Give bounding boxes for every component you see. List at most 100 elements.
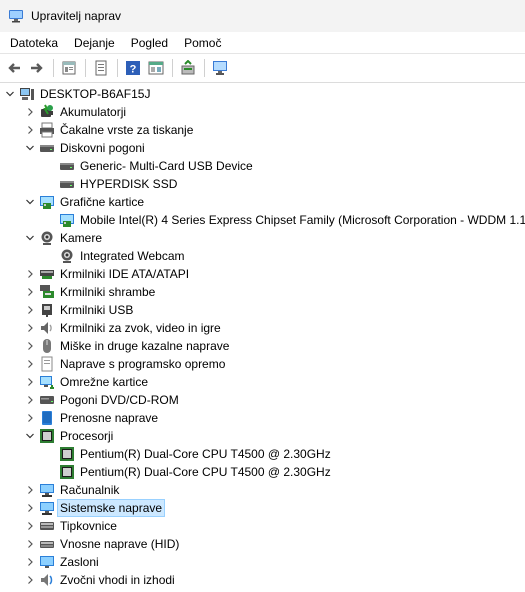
tree-node-dvd[interactable]: Pogoni DVD/CD-ROM: [24, 391, 181, 409]
properties-pane-icon: [61, 60, 77, 76]
tree-node-cam1[interactable]: Integrated Webcam: [44, 247, 187, 265]
tree-node-label: Omrežne kartice: [60, 375, 149, 389]
chevron-right-icon[interactable]: [24, 103, 36, 121]
tree-node-prog[interactable]: Naprave s programsko opremo: [24, 355, 227, 373]
chevron-down-icon[interactable]: [24, 229, 36, 247]
chevron-right-icon[interactable]: [24, 319, 36, 337]
hid-icon: [39, 536, 55, 552]
chevron-right-icon[interactable]: [24, 121, 36, 139]
chevron-right-icon[interactable]: [24, 301, 36, 319]
toolbar-separator: [117, 59, 118, 77]
tree-node-kamere[interactable]: Kamere: [24, 229, 104, 247]
tree-node-label: Vnosne naprave (HID): [60, 537, 180, 551]
tree-node-label: Mobile Intel(R) 4 Series Express Chipset…: [80, 213, 525, 227]
tree-node-sistemske[interactable]: Sistemske naprave: [24, 499, 166, 517]
processor-icon: [39, 428, 55, 444]
help-button[interactable]: ?: [122, 57, 144, 79]
tree-node-akumulatorji[interactable]: Akumulatorji: [24, 103, 128, 121]
disk-drive-icon: [59, 158, 75, 174]
tree-node-cpu2[interactable]: Pentium(R) Dual-Core CPU T4500 @ 2.30GHz: [44, 463, 333, 481]
tree-node-label: Akumulatorji: [60, 105, 127, 119]
tree-node-label: Tipkovnice: [60, 519, 117, 533]
scan-hardware-button[interactable]: [209, 57, 231, 79]
toolbar-separator: [53, 59, 54, 77]
action-pane-icon: [148, 60, 164, 76]
toolbar-separator: [172, 59, 173, 77]
chevron-right-icon[interactable]: [24, 499, 36, 517]
tree-node-prenosne[interactable]: Prenosne naprave: [24, 409, 160, 427]
back-arrow-button[interactable]: [3, 57, 25, 79]
tree-node-tipkovnice[interactable]: Tipkovnice: [24, 517, 119, 535]
audio-io-icon: [39, 572, 55, 588]
mouse-icon: [39, 338, 55, 354]
chevron-right-icon[interactable]: [24, 553, 36, 571]
chevron-right-icon[interactable]: [24, 391, 36, 409]
monitor-icon: [39, 554, 55, 570]
usb-icon: [39, 302, 55, 318]
menu-2[interactable]: Pogled: [125, 36, 174, 50]
chevron-down-icon[interactable]: [24, 427, 36, 445]
properties-button[interactable]: [90, 57, 112, 79]
tree-node-root[interactable]: DESKTOP-B6AF15J: [4, 85, 152, 103]
chevron-right-icon[interactable]: [24, 535, 36, 553]
action-pane-button[interactable]: [145, 57, 167, 79]
tree-node-procesorji[interactable]: Procesorji: [24, 427, 115, 445]
tree-node-label: Generic- Multi-Card USB Device: [80, 159, 253, 173]
tree-node-shrambe[interactable]: Krmilniki shrambe: [24, 283, 157, 301]
tree-node-label: Kamere: [60, 231, 103, 245]
chevron-right-icon[interactable]: [24, 373, 36, 391]
device-tree[interactable]: DESKTOP-B6AF15J Akumulatorji Čakalne vrste…: [0, 84, 525, 592]
tree-node-hid[interactable]: Vnosne naprave (HID): [24, 535, 181, 553]
chevron-right-icon[interactable]: [24, 337, 36, 355]
computer-icon: [39, 482, 55, 498]
chevron-down-icon[interactable]: [24, 193, 36, 211]
tree-node-miske[interactable]: Miške in druge kazalne naprave: [24, 337, 231, 355]
tree-node-disk2[interactable]: HYPERDISK SSD: [44, 175, 179, 193]
tree-node-label: HYPERDISK SSD: [80, 177, 178, 191]
forward-arrow-button[interactable]: [26, 57, 48, 79]
tree-node-diskovni[interactable]: Diskovni pogoni: [24, 139, 147, 157]
tree-node-ide[interactable]: Krmilniki IDE ATA/ATAPI: [24, 265, 191, 283]
tree-node-label: Računalnik: [60, 483, 120, 497]
chevron-right-icon[interactable]: [24, 481, 36, 499]
menu-1[interactable]: Dejanje: [68, 36, 121, 50]
forward-arrow-icon: [29, 60, 45, 76]
ide-controller-icon: [39, 266, 55, 282]
properties-pane-button[interactable]: [58, 57, 80, 79]
chevron-right-icon[interactable]: [24, 517, 36, 535]
tree-node-zasloni[interactable]: Zasloni: [24, 553, 101, 571]
tree-node-label: Pentium(R) Dual-Core CPU T4500 @ 2.30GHz: [80, 465, 331, 479]
tree-node-racunalnik[interactable]: Računalnik: [24, 481, 121, 499]
tree-node-label: Krmilniki USB: [60, 303, 134, 317]
window-title: Upravitelj naprav: [31, 9, 122, 23]
chevron-right-icon[interactable]: [24, 571, 36, 589]
chevron-down-icon[interactable]: [4, 85, 16, 103]
camera-icon: [59, 248, 75, 264]
tree-node-zvok[interactable]: Krmilniki za zvok, video in igre: [24, 319, 223, 337]
tree-node-graficne[interactable]: Grafične kartice: [24, 193, 146, 211]
chevron-right-icon[interactable]: [24, 265, 36, 283]
tree-node-omrezne[interactable]: Omrežne kartice: [24, 373, 150, 391]
tree-node-label: Pogoni DVD/CD-ROM: [60, 393, 179, 407]
svg-text:?: ?: [130, 64, 137, 76]
tree-node-cakalne[interactable]: Čakalne vrste za tiskanje: [24, 121, 195, 139]
tree-node-usb[interactable]: Krmilniki USB: [24, 301, 135, 319]
tree-node-cpu1[interactable]: Pentium(R) Dual-Core CPU T4500 @ 2.30GHz: [44, 445, 333, 463]
properties-icon: [93, 60, 109, 76]
update-driver-button[interactable]: [177, 57, 199, 79]
chevron-down-icon[interactable]: [24, 139, 36, 157]
tree-node-gpu1[interactable]: Mobile Intel(R) 4 Series Express Chipset…: [44, 211, 525, 229]
menu-0[interactable]: Datoteka: [0, 36, 64, 50]
tree-node-disk1[interactable]: Generic- Multi-Card USB Device: [44, 157, 255, 175]
device-manager-icon: [8, 8, 24, 24]
tree-node-zvocni[interactable]: Zvočni vhodi in izhodi: [24, 571, 177, 589]
tree-node-label: DESKTOP-B6AF15J: [40, 87, 151, 101]
chevron-right-icon[interactable]: [24, 283, 36, 301]
chevron-right-icon[interactable]: [24, 355, 36, 373]
tree-node-label: Zasloni: [60, 555, 99, 569]
chevron-right-icon[interactable]: [24, 409, 36, 427]
menu-3[interactable]: Pomoč: [178, 36, 227, 50]
